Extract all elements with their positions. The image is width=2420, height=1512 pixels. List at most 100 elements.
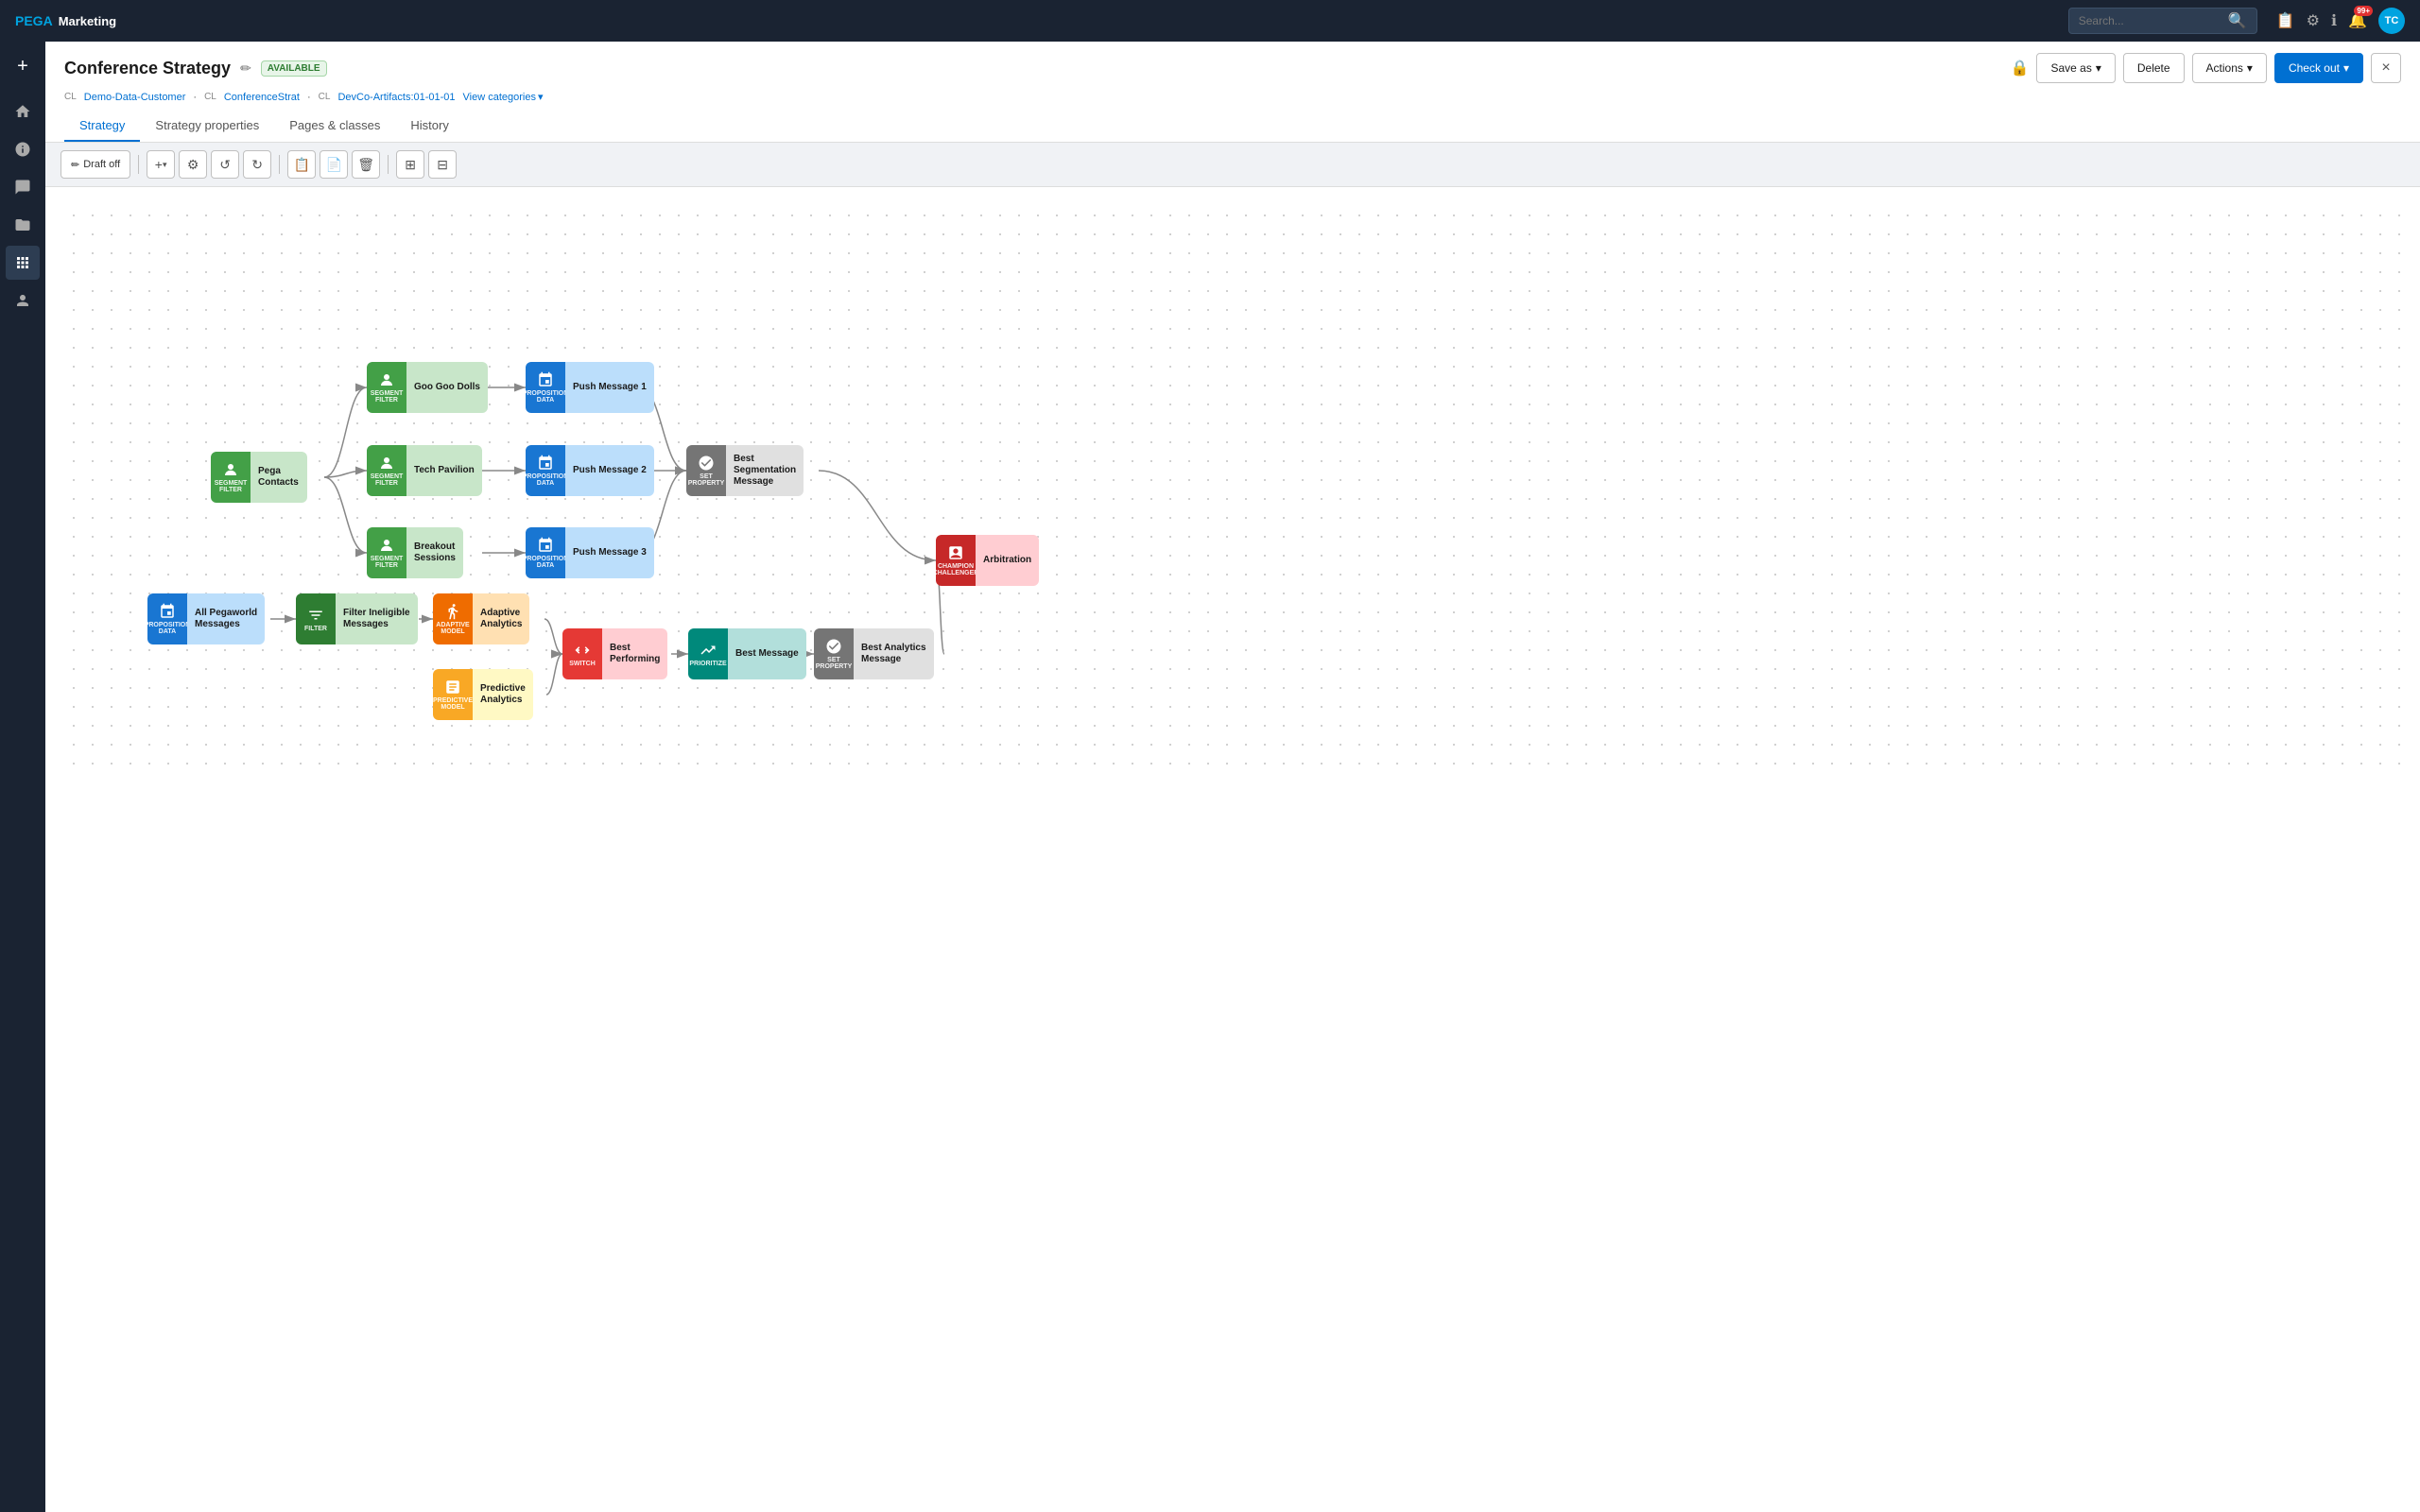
top-navigation: PEGA Marketing 🔍 📋 ⚙ ℹ 🔔 99+ TC	[0, 0, 2420, 42]
tab-strategy-properties[interactable]: Strategy properties	[140, 111, 274, 142]
node-push-msg-3[interactable]: PROPOSITIONDATA Push Message 3	[526, 527, 654, 578]
expand-icon: ⊞	[405, 157, 416, 173]
set-property-icon: SETPROPERTY	[686, 445, 726, 496]
segment-filter-icon: SEGMENTFILTER	[367, 445, 406, 496]
toolbar-divider	[138, 155, 139, 174]
nav-icons: 📋 ⚙ ℹ 🔔 99+ TC	[2276, 8, 2405, 34]
clipboard-icon[interactable]: 📋	[2276, 11, 2295, 30]
node-best-analytics-msg[interactable]: SETPROPERTY Best AnalyticsMessage	[814, 628, 934, 679]
sidebar-item-chat[interactable]	[6, 170, 40, 204]
view-categories-link[interactable]: View categories ▾	[463, 91, 544, 103]
page-title: Conference Strategy	[64, 59, 231, 78]
plus-icon: +	[155, 157, 163, 172]
node-filter-ineligible[interactable]: FILTER Filter IneligibleMessages	[296, 593, 418, 644]
sidebar-item-strategy[interactable]	[6, 246, 40, 280]
canvas-area[interactable]: SEGMENTFILTER PegaContacts SEGMENTFILTER…	[45, 187, 2420, 1512]
left-sidebar: +	[0, 42, 45, 1512]
sidebar-add-button[interactable]: +	[6, 49, 40, 83]
breadcrumb-demo-data[interactable]: Demo-Data-Customer	[84, 92, 186, 103]
lock-icon[interactable]: 🔒	[2011, 59, 2030, 77]
sidebar-item-home[interactable]	[6, 94, 40, 129]
champion-challenger-icon: CHAMPIONCHALLENGER	[936, 535, 976, 586]
adaptive-model-icon: ADAPTIVEMODEL	[433, 593, 473, 644]
paste-icon: 📄	[325, 157, 341, 173]
gear-icon: ⚙	[187, 157, 199, 173]
info-icon[interactable]: ℹ	[2331, 11, 2337, 30]
redo-button[interactable]: ↻	[243, 150, 271, 179]
tab-pages-classes[interactable]: Pages & classes	[274, 111, 395, 142]
collapse-icon: ⊟	[437, 157, 448, 173]
draft-off-button[interactable]: ✏ Draft off	[60, 150, 130, 179]
filter-icon: FILTER	[296, 593, 336, 644]
main-layout: + Conference Strategy ✏ AVAILABLE	[0, 42, 2420, 1512]
proposition-data-icon: PROPOSITIONDATA	[526, 362, 565, 413]
tab-strategy[interactable]: Strategy	[64, 111, 140, 142]
segment-filter-icon: SEGMENTFILTER	[367, 527, 406, 578]
chevron-down-icon: ▾	[163, 160, 167, 170]
paste-button[interactable]: 📄	[320, 150, 348, 179]
tab-history[interactable]: History	[395, 111, 463, 142]
chevron-down-icon: ▾	[538, 91, 544, 103]
node-predictive-analytics[interactable]: PREDICTIVEMODEL PredictiveAnalytics	[433, 669, 533, 720]
node-breakout-sessions[interactable]: SEGMENTFILTER BreakoutSessions	[367, 527, 463, 578]
edit-title-icon[interactable]: ✏	[240, 60, 251, 77]
breadcrumb-devco[interactable]: DevCo-Artifacts:01-01-01	[337, 92, 455, 103]
node-best-message[interactable]: PRIORITIZE Best Message	[688, 628, 806, 679]
search-bar[interactable]: 🔍	[2068, 8, 2257, 34]
node-goo-goo-dolls[interactable]: SEGMENTFILTER Goo Goo Dolls	[367, 362, 488, 413]
node-tech-pavilion[interactable]: SEGMENTFILTER Tech Pavilion	[367, 445, 482, 496]
proposition-data-icon: PROPOSITIONDATA	[147, 593, 187, 644]
sidebar-item-people[interactable]	[6, 284, 40, 318]
search-input[interactable]	[2079, 14, 2222, 27]
sidebar-item-cases[interactable]	[6, 208, 40, 242]
settings-button[interactable]: ⚙	[179, 150, 207, 179]
notifications-button[interactable]: 🔔 99+	[2348, 11, 2367, 30]
node-arbitration[interactable]: CHAMPIONCHALLENGER Arbitration	[936, 535, 1039, 586]
toolbar-divider-2	[279, 155, 280, 174]
predictive-model-icon: PREDICTIVEMODEL	[433, 669, 473, 720]
content-area: Conference Strategy ✏ AVAILABLE 🔒 Save a…	[45, 42, 2420, 1512]
brand-logo: PEGA Marketing	[15, 13, 116, 28]
close-button[interactable]: ×	[2371, 53, 2401, 83]
node-push-msg-2[interactable]: PROPOSITIONDATA Push Message 2	[526, 445, 654, 496]
collapse-icon-btn[interactable]: ⊟	[428, 150, 457, 179]
header-top: Conference Strategy ✏ AVAILABLE 🔒 Save a…	[64, 53, 2401, 83]
strategy-canvas: SEGMENTFILTER PegaContacts SEGMENTFILTER…	[64, 206, 2401, 773]
prioritize-icon: PRIORITIZE	[688, 628, 728, 679]
sidebar-item-info[interactable]	[6, 132, 40, 166]
chevron-down-icon: ▾	[2343, 61, 2349, 75]
redo-icon: ↻	[251, 157, 263, 173]
trash-icon: 🗑	[357, 157, 374, 173]
copy-button[interactable]: 📋	[287, 150, 316, 179]
expand-icon-btn[interactable]: ⊞	[396, 150, 424, 179]
undo-button[interactable]: ↺	[211, 150, 239, 179]
proposition-data-icon: PROPOSITIONDATA	[526, 445, 565, 496]
save-as-button[interactable]: Save as ▾	[2036, 53, 2115, 83]
node-best-seg-msg[interactable]: SETPROPERTY BestSegmentationMessage	[686, 445, 804, 496]
node-best-performing[interactable]: SWITCH BestPerforming	[562, 628, 667, 679]
segment-filter-icon: SEGMENTFILTER	[211, 452, 251, 503]
delete-node-button[interactable]: 🗑	[352, 150, 380, 179]
settings-icon[interactable]: ⚙	[2307, 11, 2320, 30]
undo-icon: ↺	[219, 157, 231, 173]
check-out-button[interactable]: Check out ▾	[2274, 53, 2363, 83]
delete-button[interactable]: Delete	[2123, 53, 2185, 83]
header-title: Conference Strategy ✏ AVAILABLE	[64, 59, 327, 78]
chevron-down-icon: ▾	[2247, 61, 2253, 75]
actions-button[interactable]: Actions ▾	[2192, 53, 2267, 83]
notification-count: 99+	[2354, 6, 2373, 16]
add-node-button[interactable]: + ▾	[147, 150, 175, 179]
node-all-pegaworld[interactable]: PROPOSITIONDATA All PegaworldMessages	[147, 593, 265, 644]
user-avatar[interactable]: TC	[2378, 8, 2405, 34]
node-adaptive-analytics[interactable]: ADAPTIVEMODEL AdaptiveAnalytics	[433, 593, 529, 644]
chevron-down-icon: ▾	[2096, 61, 2101, 75]
node-pega-contacts[interactable]: SEGMENTFILTER PegaContacts	[211, 452, 307, 503]
proposition-data-icon: PROPOSITIONDATA	[526, 527, 565, 578]
brand-product: Marketing	[59, 14, 116, 28]
search-icon: 🔍	[2228, 11, 2247, 30]
status-badge: AVAILABLE	[261, 60, 327, 77]
breadcrumb-conference-strat[interactable]: ConferenceStrat	[224, 92, 300, 103]
node-push-msg-1[interactable]: PROPOSITIONDATA Push Message 1	[526, 362, 654, 413]
brand-pega: PEGA	[15, 13, 53, 28]
segment-filter-icon: SEGMENTFILTER	[367, 362, 406, 413]
